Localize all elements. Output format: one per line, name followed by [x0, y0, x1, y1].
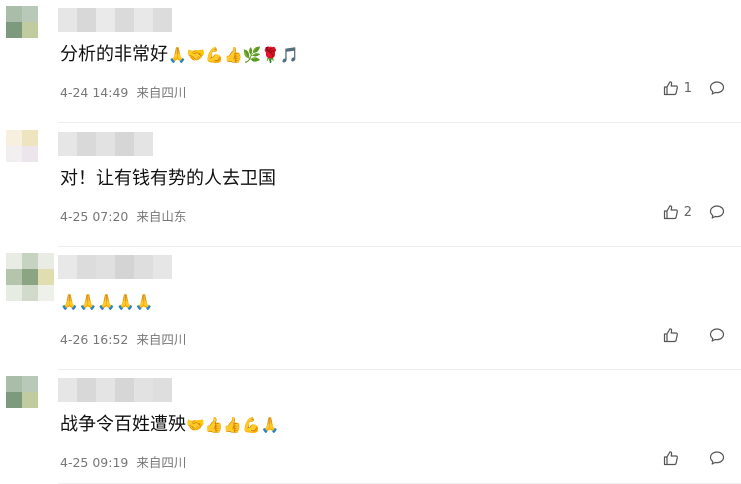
comment-meta: 4-24 14:49 来自四川	[60, 82, 186, 101]
comment-item: 对！让有钱有势的人去卫国 4-25 07:20 来自山东 2	[0, 124, 741, 247]
timestamp: 4-25 09:19	[60, 455, 129, 470]
comment-meta: 4-25 09:19 来自四川	[60, 452, 186, 471]
like-count: 2	[683, 204, 692, 220]
reply-button[interactable]	[709, 204, 725, 220]
like-count: 1	[683, 80, 692, 96]
timestamp: 4-25 07:20	[60, 209, 129, 224]
username-blurred[interactable]	[58, 132, 153, 156]
thumbs-up-icon	[663, 81, 678, 96]
like-button[interactable]	[663, 327, 692, 343]
location: 来自四川	[136, 85, 187, 100]
comment-body: 分析的非常好	[60, 44, 168, 65]
comment-bubble-icon	[709, 328, 725, 342]
comment-bubble-icon	[709, 81, 725, 95]
timestamp: 4-26 16:52	[60, 332, 129, 347]
comment-actions: 2	[663, 204, 725, 220]
comment-item: 🙏🙏🙏🙏🙏 4-26 16:52 来自四川	[0, 247, 741, 370]
thumbs-up-icon	[663, 328, 678, 343]
reply-button[interactable]	[709, 450, 725, 466]
reply-button[interactable]	[709, 327, 725, 343]
username-blurred[interactable]	[58, 378, 172, 402]
comment-body: 对！让有钱有势的人去卫国	[60, 168, 276, 189]
comment-text: 对！让有钱有势的人去卫国	[60, 169, 276, 189]
thumbs-up-icon	[663, 205, 678, 220]
comment-meta: 4-25 07:20 来自山东	[60, 206, 186, 225]
comment-body: 战争令百姓遭殃	[60, 414, 186, 435]
comment-meta: 4-26 16:52 来自四川	[60, 329, 186, 348]
reply-button[interactable]	[709, 80, 725, 96]
comment-actions	[663, 450, 725, 466]
location: 来自四川	[136, 332, 187, 347]
comment-text: 战争令百姓遭殃🤝👍👍💪🙏	[60, 415, 279, 435]
thumbs-up-icon	[663, 451, 678, 466]
emoji-group: 🙏🙏🙏🙏🙏	[60, 293, 154, 311]
like-button[interactable]	[663, 450, 692, 466]
comment-item: 战争令百姓遭殃🤝👍👍💪🙏 4-25 09:19 来自四川	[0, 370, 741, 484]
like-button[interactable]: 2	[663, 204, 692, 220]
username-blurred[interactable]	[58, 255, 172, 279]
avatar[interactable]	[6, 6, 54, 54]
timestamp: 4-24 14:49	[60, 85, 129, 100]
location: 来自山东	[136, 209, 187, 224]
comment-bubble-icon	[709, 451, 725, 465]
comment-actions	[663, 327, 725, 343]
username-blurred[interactable]	[58, 8, 172, 32]
avatar[interactable]	[6, 376, 54, 424]
emoji-group: 🤝👍👍💪🙏	[186, 416, 280, 434]
avatar[interactable]	[6, 253, 54, 301]
avatar[interactable]	[6, 130, 54, 178]
comment-item: 分析的非常好🙏🤝💪👍🌿🌹🎵 4-24 14:49 来自四川 1	[0, 0, 741, 123]
comment-bubble-icon	[709, 205, 725, 219]
comment-actions: 1	[663, 80, 725, 96]
comment-text: 分析的非常好🙏🤝💪👍🌿🌹🎵	[60, 45, 299, 65]
comment-text: 🙏🙏🙏🙏🙏	[60, 292, 153, 312]
like-button[interactable]: 1	[663, 80, 692, 96]
location: 来自四川	[136, 455, 187, 470]
emoji-group: 🙏🤝💪👍🌿🌹🎵	[168, 46, 299, 64]
